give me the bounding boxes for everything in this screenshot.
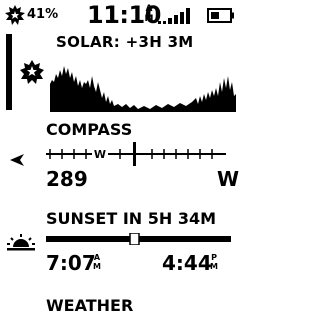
- compass-scale: W: [46, 142, 226, 166]
- sunset-ampm-bottom: M: [210, 262, 218, 271]
- sunset-ampm: P M: [209, 253, 219, 271]
- compass-title[interactable]: COMPASS: [46, 120, 132, 140]
- gear-sun-icon: [5, 5, 25, 25]
- compass-direction: W: [217, 167, 240, 191]
- sunset-title[interactable]: SUNSET IN 5H 34M: [46, 209, 216, 229]
- sunrise-ampm-bottom: M: [93, 262, 101, 271]
- signal-bars-icon: [158, 8, 190, 24]
- sunset-time: 4:44: [162, 251, 212, 275]
- sunrise-time: 7:07: [46, 251, 96, 275]
- daylight-progress: [46, 233, 231, 245]
- left-arrow-icon: [10, 154, 24, 166]
- weather-title[interactable]: WEATHER: [46, 296, 133, 316]
- clock-ampm: A M: [144, 4, 154, 24]
- ampm-top: A: [145, 4, 153, 14]
- sunset-ampm-top: P: [211, 253, 217, 262]
- solar-title[interactable]: SOLAR: +3H 3M: [56, 33, 194, 51]
- battery-percent: 41%: [27, 7, 59, 22]
- solar-gear-icon: [20, 60, 44, 84]
- battery-icon: [207, 8, 234, 23]
- solar-intensity-graph: [50, 66, 236, 112]
- compass-scale-marker: W: [94, 148, 106, 161]
- compass-heading: 289: [46, 167, 88, 191]
- sunrise-ampm: A M: [92, 253, 102, 271]
- ampm-bottom: M: [144, 14, 154, 24]
- status-bar: 41% 11:10 A M: [0, 0, 240, 30]
- sunrise-ampm-top: A: [93, 253, 101, 262]
- sunset-icon: [7, 234, 35, 251]
- daylight-progress-handle: [129, 233, 140, 245]
- solar-selected-indicator: [6, 34, 12, 110]
